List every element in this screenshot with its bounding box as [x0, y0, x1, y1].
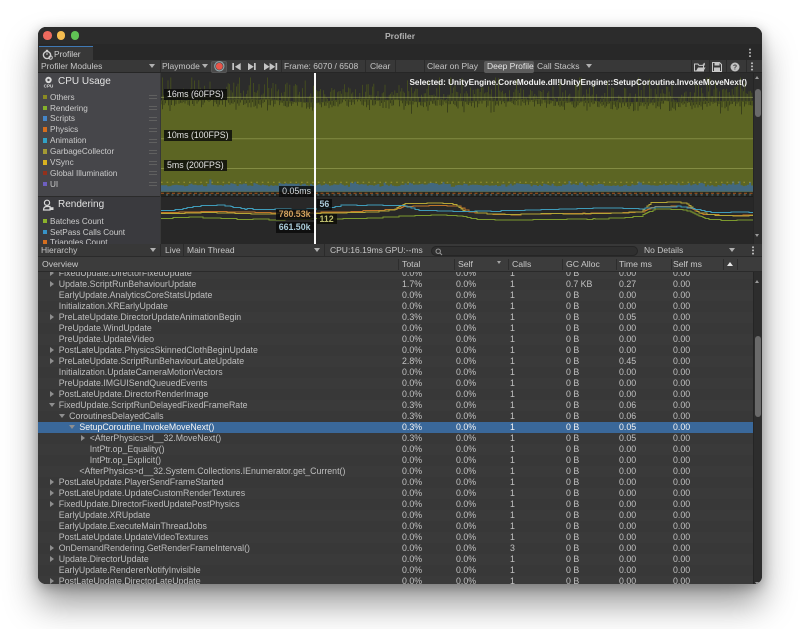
- svg-text:?: ?: [733, 64, 737, 71]
- svg-text:CPU: CPU: [44, 84, 54, 89]
